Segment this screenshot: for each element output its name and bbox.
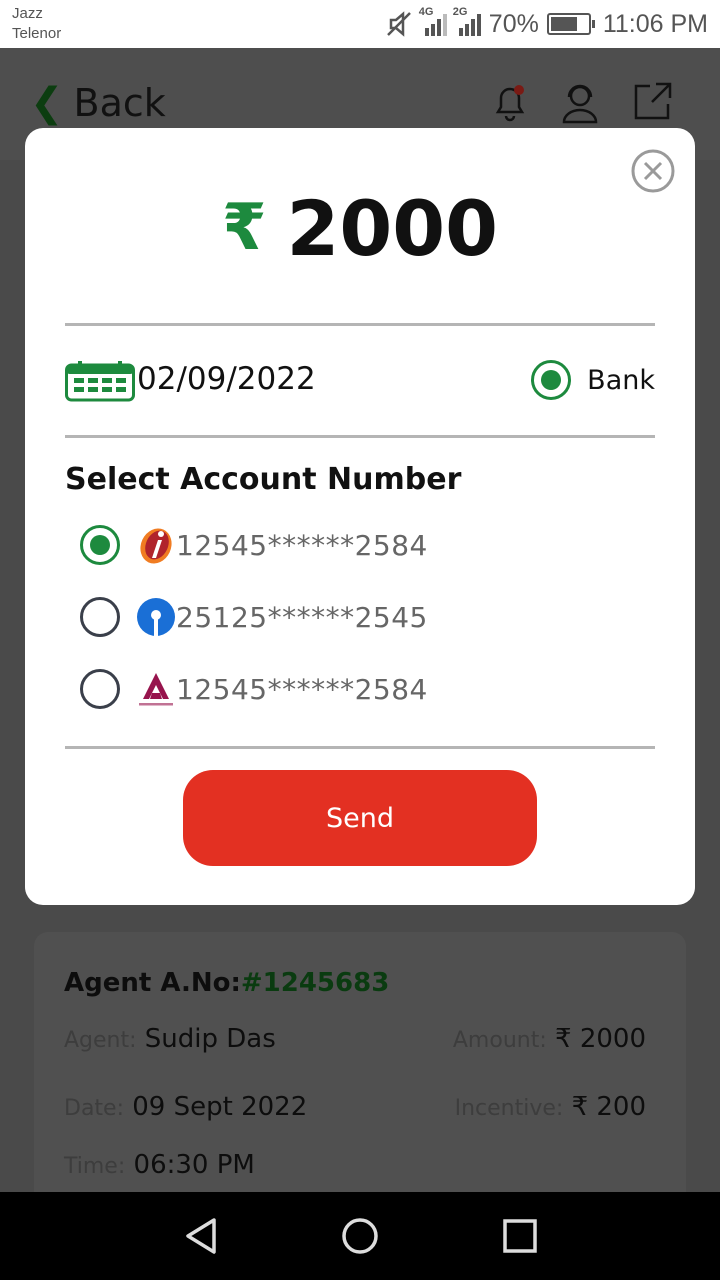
time-label: Time: bbox=[64, 1154, 126, 1179]
date-row: Date: 09 Sept 2022 bbox=[64, 1092, 307, 1122]
calendar-icon[interactable] bbox=[65, 360, 135, 402]
incentive-row: Incentive: ₹ 200 bbox=[455, 1092, 646, 1122]
account-number: 25125******2545 bbox=[176, 600, 428, 634]
send-button[interactable]: Send bbox=[183, 770, 537, 866]
signal-4g-icon: 4G bbox=[419, 6, 447, 36]
rupee-icon: ₹ bbox=[221, 191, 267, 265]
share-icon[interactable] bbox=[628, 78, 676, 126]
battery-percent: 70% bbox=[488, 9, 539, 38]
account-radio[interactable] bbox=[80, 597, 120, 637]
back-button[interactable]: ❮ Back bbox=[30, 80, 166, 126]
agent-value: Sudip Das bbox=[144, 1024, 276, 1054]
incentive-value: ₹ 200 bbox=[571, 1092, 646, 1122]
agent-row: Agent: Sudip Das bbox=[64, 1024, 276, 1054]
agent-label: Agent: bbox=[64, 1028, 137, 1053]
agent-number-value: #1245683 bbox=[240, 968, 390, 998]
amount-label: Amount: bbox=[452, 1028, 547, 1053]
amount-row: Amount: ₹ 2000 bbox=[453, 1024, 646, 1054]
divider bbox=[65, 746, 655, 749]
bank-label: Bank bbox=[587, 364, 655, 396]
status-icons: 4G 2G 70% 11:06 PM bbox=[385, 6, 708, 42]
account-option[interactable]: 12545******2584 bbox=[80, 667, 428, 711]
bank-radio[interactable] bbox=[531, 360, 572, 400]
account-option[interactable]: 12545******2584 bbox=[80, 523, 428, 567]
net-type-1: 4G bbox=[418, 6, 434, 18]
section-title: Select Account Number bbox=[65, 462, 462, 497]
nav-back-icon[interactable] bbox=[180, 1210, 224, 1262]
sbi-logo bbox=[137, 598, 175, 636]
battery-icon bbox=[546, 13, 595, 35]
date-value: 09 Sept 2022 bbox=[132, 1092, 308, 1122]
amount-value: ₹ 2000 bbox=[555, 1024, 646, 1054]
date-value[interactable]: 02/09/2022 bbox=[137, 358, 316, 400]
agent-number-label: Agent A.No: bbox=[64, 968, 241, 998]
system-nav-bar bbox=[0, 1192, 720, 1280]
time-value: 06:30 PM bbox=[133, 1150, 255, 1180]
clock: 11:06 PM bbox=[602, 9, 708, 38]
time-row: Time: 06:30 PM bbox=[64, 1150, 255, 1180]
nav-recents-icon[interactable] bbox=[498, 1210, 542, 1262]
bank-option[interactable]: Bank bbox=[531, 358, 655, 402]
carrier-1: Jazz bbox=[12, 5, 43, 22]
account-option[interactable]: 25125******2545 bbox=[80, 595, 428, 639]
mute-icon bbox=[386, 11, 411, 37]
account-number: 12545******2584 bbox=[176, 672, 428, 706]
amount-display: ₹2000 bbox=[25, 184, 695, 273]
date-label: Date: bbox=[64, 1096, 124, 1121]
signal-2g-icon: 2G bbox=[453, 6, 481, 36]
divider bbox=[65, 323, 655, 326]
nav-home-icon[interactable] bbox=[338, 1210, 382, 1262]
status-bar: Jazz Telenor 4G 2G 70% 11:06 PM bbox=[0, 0, 720, 48]
account-number: 12545******2584 bbox=[176, 528, 428, 562]
axis-bank-logo bbox=[139, 673, 173, 706]
chevron-left-icon: ❮ bbox=[30, 80, 64, 126]
carrier-2: Telenor bbox=[12, 25, 62, 42]
back-label: Back bbox=[73, 81, 166, 125]
net-type-2: 2G bbox=[452, 6, 468, 18]
account-radio[interactable] bbox=[80, 669, 120, 709]
date-mode-row: 02/09/2022 Bank bbox=[65, 358, 655, 402]
amount-value: 2000 bbox=[286, 184, 499, 273]
support-agent-icon[interactable] bbox=[556, 78, 604, 126]
agent-number: Agent A.No:#1245683 bbox=[64, 968, 389, 998]
divider bbox=[65, 435, 655, 438]
payment-modal: ₹2000 02/09/2022 Bank Select Account Num… bbox=[25, 128, 695, 905]
incentive-label: Incentive: bbox=[454, 1096, 564, 1121]
transaction-card: Agent A.No:#1245683 Agent: Sudip Das Amo… bbox=[34, 932, 686, 1232]
account-radio[interactable] bbox=[80, 525, 120, 565]
carrier-names: Jazz Telenor bbox=[12, 4, 61, 44]
bell-icon[interactable] bbox=[486, 78, 534, 126]
icici-logo bbox=[140, 528, 172, 564]
